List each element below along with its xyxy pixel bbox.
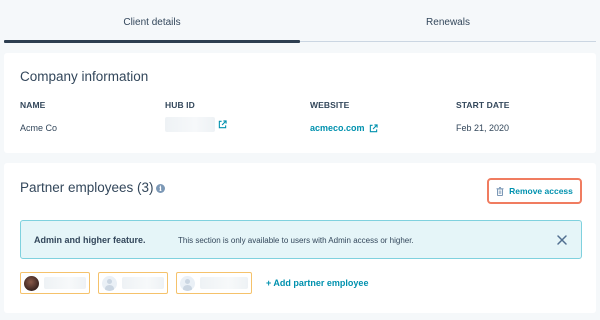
section-title: Company information: [20, 69, 149, 84]
partner-employee-chip[interactable]: [20, 272, 90, 294]
default-user-icon: [180, 275, 195, 291]
company-name-value: Acme Co: [20, 123, 57, 133]
active-tab-indicator: [4, 40, 300, 43]
column-header-name: NAME: [20, 100, 46, 110]
tab-label: Renewals: [426, 17, 470, 28]
banner-heading: Admin and higher feature.: [34, 235, 146, 245]
redacted-employee-name: [122, 277, 164, 289]
column-header-hub-id: HUB ID: [165, 100, 195, 110]
remove-access-label: Remove access: [509, 186, 573, 196]
website-value: acmeco.com: [310, 123, 378, 133]
section-title: Partner employees (3): [20, 180, 154, 195]
company-information-card: Company information NAME HUB ID WEBSITE …: [4, 53, 596, 153]
redacted-employee-name: [44, 277, 86, 289]
add-partner-employee-link[interactable]: + Add partner employee: [266, 278, 368, 288]
tab-renewals[interactable]: Renewals: [300, 0, 596, 45]
partner-employee-chip[interactable]: [98, 272, 168, 294]
admin-feature-banner: Admin and higher feature. This section i…: [20, 220, 582, 259]
website-link[interactable]: acmeco.com: [310, 123, 365, 133]
close-icon[interactable]: [556, 234, 568, 246]
redacted-employee-name: [200, 277, 248, 289]
info-icon[interactable]: i: [156, 184, 165, 193]
tab-client-details[interactable]: Client details: [4, 0, 300, 45]
trash-icon: [496, 186, 504, 196]
external-link-icon[interactable]: [218, 120, 227, 129]
partner-employee-chip[interactable]: [176, 272, 252, 294]
remove-access-button[interactable]: Remove access: [487, 178, 582, 204]
redacted-hub-id: [165, 117, 215, 132]
column-header-start-date: START DATE: [456, 100, 510, 110]
user-avatar-icon: [24, 275, 39, 291]
start-date-value: Feb 21, 2020: [456, 123, 509, 133]
column-header-website: WEBSITE: [310, 100, 350, 110]
company-name-text: Acme Co: [20, 123, 58, 133]
banner-message: This section is only available to users …: [178, 235, 414, 245]
tab-bar: Client details Renewals: [0, 0, 600, 45]
partner-employees-card: Partner employees (3) i Remove access Ad…: [4, 163, 596, 313]
start-date-text: Feb 21, 2020: [456, 123, 510, 133]
hub-id-value: [165, 117, 227, 132]
external-link-icon[interactable]: [369, 123, 378, 133]
tab-label: Client details: [123, 17, 181, 28]
default-user-icon: [102, 275, 117, 291]
